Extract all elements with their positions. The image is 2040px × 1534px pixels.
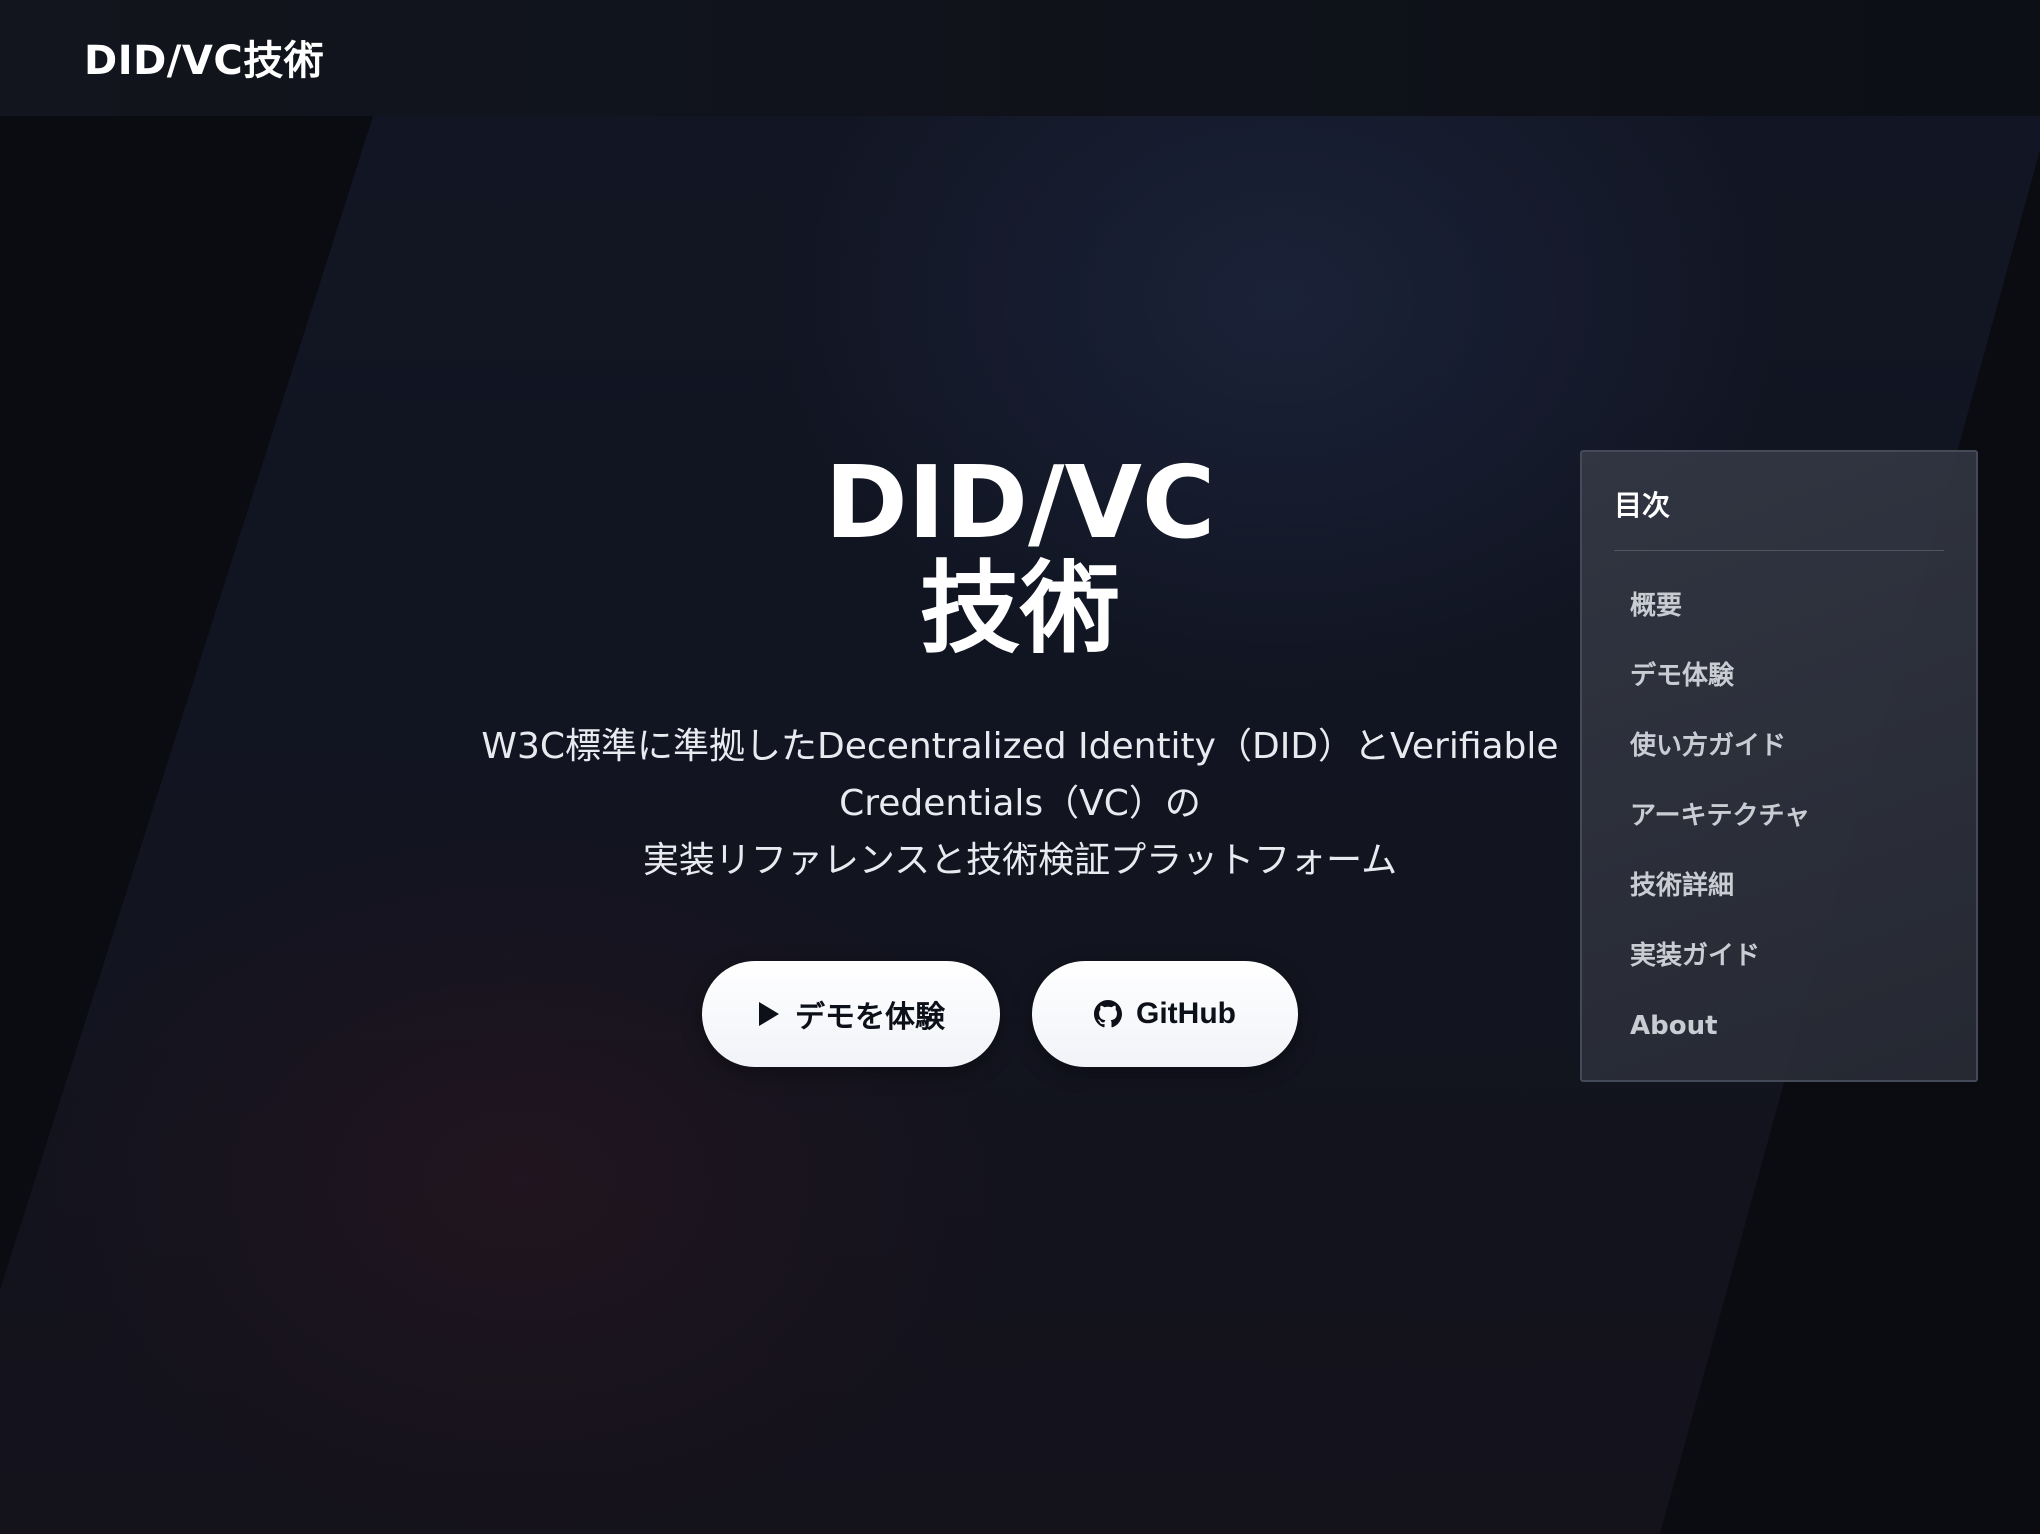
- page: DID/VC技術 DID/VC 技術 W3C標準に準拠したDecentraliz…: [0, 0, 2040, 1534]
- demo-button-label: デモを体験: [795, 1001, 945, 1034]
- table-of-contents: 目次 概要 デモ体験 使い方ガイド アーキテクチャ 技術詳細 実装ガイド Abo…: [1580, 450, 1978, 1082]
- toc-list: 概要 デモ体験 使い方ガイド アーキテクチャ 技術詳細 実装ガイド About: [1614, 571, 1944, 1061]
- hero-title-line-2: 技術: [920, 550, 1120, 667]
- toc-item-demo[interactable]: デモ体験: [1630, 641, 1944, 711]
- toc-title: 目次: [1614, 484, 1944, 551]
- hero-description-line-2: Credentials（VC）の: [839, 783, 1201, 824]
- brand-logo-text[interactable]: DID/VC技術: [84, 28, 324, 86]
- toc-item-about[interactable]: About: [1630, 991, 1944, 1061]
- github-icon: [1094, 1000, 1122, 1028]
- hero-description-line-3: 実装リファレンスと技術検証プラットフォーム: [642, 840, 1398, 881]
- hero-section: DID/VC 技術 W3C標準に準拠したDecentralized Identi…: [440, 450, 1600, 1067]
- github-button[interactable]: GitHub: [1032, 961, 1298, 1067]
- hero-buttons: デモを体験 GitHub: [420, 961, 1580, 1067]
- demo-button[interactable]: デモを体験: [702, 961, 1000, 1067]
- toc-item-implementation-guide[interactable]: 実装ガイド: [1630, 921, 1944, 991]
- toc-item-usage-guide[interactable]: 使い方ガイド: [1630, 711, 1944, 781]
- hero-description-line-1: W3C標準に準拠したDecentralized Identity（DID）とVe…: [481, 726, 1559, 767]
- play-icon: [757, 1001, 781, 1027]
- toc-item-overview[interactable]: 概要: [1630, 571, 1944, 641]
- hero-description: W3C標準に準拠したDecentralized Identity（DID）とVe…: [440, 718, 1600, 889]
- hero-title: DID/VC 技術: [440, 450, 1600, 662]
- hero-title-line-1: DID/VC: [824, 444, 1216, 561]
- toc-item-architecture[interactable]: アーキテクチャ: [1630, 781, 1944, 851]
- github-button-label: GitHub: [1136, 997, 1236, 1030]
- toc-item-tech-details[interactable]: 技術詳細: [1630, 851, 1944, 921]
- top-header: DID/VC技術: [0, 0, 2040, 116]
